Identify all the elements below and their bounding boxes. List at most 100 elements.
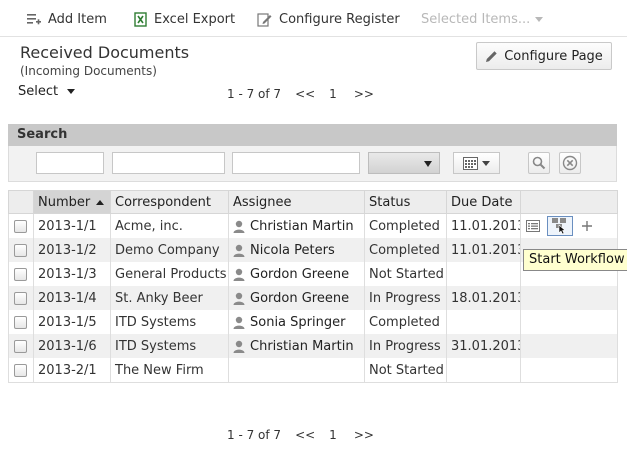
row-checkbox[interactable] [14,363,27,377]
selected-items-dropdown[interactable]: Selected Items... [421,10,544,28]
cell-due-date [446,358,521,383]
cell-due-date [446,262,521,286]
cell-status: Not Started [364,358,447,383]
select-column-header [8,190,34,214]
configure-register-label: Configure Register [279,11,400,27]
cell-assignee: Gordon Greene [250,290,350,306]
add-row-button[interactable] [579,218,595,234]
configure-page-label: Configure Page [504,48,603,64]
pager-prev-link[interactable]: << [295,87,315,101]
row-checkbox[interactable] [14,267,27,281]
pager-next-link[interactable]: >> [354,428,374,442]
table-row[interactable]: 2013-1/6 ITD Systems Christian Martin In… [8,334,618,358]
user-icon [233,292,245,305]
start-workflow-button[interactable] [547,216,573,236]
excel-export-button[interactable]: Excel Export [134,10,235,28]
cell-status: In Progress [364,286,447,310]
cell-number: 2013-1/2 [33,238,111,262]
cell-assignee: Christian Martin [250,338,354,354]
pager-page-link[interactable]: 1 [329,87,337,101]
toolbar: Add Item Excel Export Configure Register… [0,0,627,37]
cell-number: 2013-2/1 [33,358,111,383]
user-icon [233,220,245,233]
cell-assignee: Gordon Greene [250,266,350,282]
search-assignee-input[interactable] [232,152,360,174]
column-header-due-date[interactable]: Due Date [446,190,521,214]
clear-icon [562,155,578,171]
cell-assignee: Nicola Peters [250,242,335,258]
cell-assignee: Sonia Springer [250,314,346,330]
cell-due-date: 31.01.2013 [446,334,521,358]
actions-column-header [520,190,618,214]
search-due-date-picker[interactable] [453,152,500,174]
cell-status: Completed [364,213,447,238]
select-dropdown[interactable]: Select [18,84,76,99]
chevron-down-icon [482,160,490,166]
user-icon [233,340,245,353]
page-subtitle: (Incoming Documents) [20,64,157,78]
row-checkbox[interactable] [14,291,27,305]
cell-actions [520,358,618,383]
workflow-icon [552,218,566,235]
configure-page-button[interactable]: Configure Page [476,42,612,70]
search-correspondent-input[interactable] [112,152,225,174]
search-panel-title: Search [8,124,617,146]
add-item-button[interactable]: Add Item [26,10,107,28]
row-checkbox[interactable] [14,315,27,329]
cell-status: Not Started [364,262,447,286]
chevron-down-icon [67,89,76,94]
start-workflow-tooltip: Start Workflow [523,249,627,271]
table-row[interactable]: 2013-1/1 Acme, inc. Christian Martin Com… [8,213,618,238]
pager-page-link[interactable]: 1 [329,428,337,442]
cell-correspondent: The New Firm [110,358,229,383]
cell-number: 2013-1/5 [33,310,111,334]
pencil-icon [486,50,497,62]
column-header-assignee[interactable]: Assignee [228,190,365,214]
sort-ascending-icon [96,199,105,205]
pager-prev-link[interactable]: << [295,428,315,442]
table-row[interactable]: 2013-1/4 St. Anky Beer Gordon Greene In … [8,286,618,310]
search-button[interactable] [528,152,550,174]
clear-search-button[interactable] [559,152,581,174]
table-row[interactable]: 2013-2/1 The New Firm Not Started [8,358,618,383]
dropdown-arrow-icon [424,161,432,167]
cell-actions [520,334,618,358]
pager-top: 1 - 7 of 7 << 1 >> [227,87,388,101]
search-icon [532,156,546,170]
column-header-number[interactable]: Number [33,190,111,214]
row-checkbox[interactable] [14,243,27,257]
cell-number: 2013-1/4 [33,286,111,310]
search-status-select[interactable] [368,152,440,174]
configure-register-button[interactable]: Configure Register [257,10,400,28]
search-number-input[interactable] [36,152,104,174]
column-header-status[interactable]: Status [364,190,447,214]
edit-document-icon [257,12,272,27]
pager-next-link[interactable]: >> [354,87,374,101]
add-list-icon [27,13,41,24]
cell-number: 2013-1/6 [33,334,111,358]
cell-correspondent: Acme, inc. [110,213,229,238]
view-details-button[interactable] [525,218,541,234]
select-label: Select [18,84,59,99]
column-header-correspondent[interactable]: Correspondent [110,190,229,214]
cell-status: Completed [364,310,447,334]
cell-correspondent: ITD Systems [110,334,229,358]
row-checkbox[interactable] [14,219,27,233]
pager-range: 1 - 7 of 7 [227,87,282,101]
excel-export-label: Excel Export [154,11,236,27]
add-item-label: Add Item [48,11,107,27]
cell-correspondent: Demo Company [110,238,229,262]
plus-icon [582,221,592,231]
user-icon [233,268,245,281]
page-title: Received Documents [20,43,190,62]
table-row[interactable]: 2013-1/5 ITD Systems Sonia Springer Comp… [8,310,618,334]
cell-due-date: 11.01.2013 [446,213,521,238]
pager-bottom: 1 - 7 of 7 << 1 >> [227,428,388,442]
column-header-label: Number [38,194,91,210]
table-header-row: Number Correspondent Assignee Status Due… [8,190,618,214]
row-checkbox[interactable] [14,339,27,353]
selected-items-label: Selected Items... [421,11,531,27]
pager-range: 1 - 7 of 7 [227,428,282,442]
cell-number: 2013-1/1 [33,213,111,238]
excel-icon [134,11,147,27]
